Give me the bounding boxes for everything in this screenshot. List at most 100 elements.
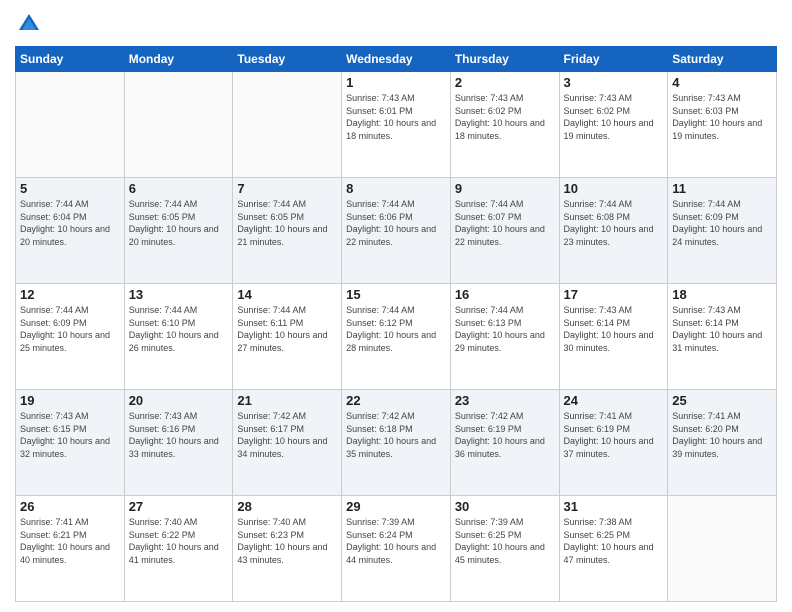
day-info: Sunrise: 7:44 AM Sunset: 6:13 PM Dayligh…: [455, 304, 555, 354]
day-number: 21: [237, 393, 337, 408]
day-info: Sunrise: 7:43 AM Sunset: 6:14 PM Dayligh…: [672, 304, 772, 354]
day-info: Sunrise: 7:44 AM Sunset: 6:05 PM Dayligh…: [237, 198, 337, 248]
day-cell: 1 Sunrise: 7:43 AM Sunset: 6:01 PM Daylig…: [342, 72, 451, 178]
day-info: Sunrise: 7:44 AM Sunset: 6:09 PM Dayligh…: [672, 198, 772, 248]
weekday-header-friday: Friday: [559, 47, 668, 72]
day-number: 1: [346, 75, 446, 90]
day-cell: 26 Sunrise: 7:41 AM Sunset: 6:21 PM Dayli…: [16, 496, 125, 602]
day-info: Sunrise: 7:43 AM Sunset: 6:16 PM Dayligh…: [129, 410, 229, 460]
day-number: 19: [20, 393, 120, 408]
day-number: 28: [237, 499, 337, 514]
day-cell: 2 Sunrise: 7:43 AM Sunset: 6:02 PM Daylig…: [450, 72, 559, 178]
day-cell: 14Sunrise: 7:44 AM Sunset: 6:11 PM Dayli…: [233, 284, 342, 390]
day-cell: 9 Sunrise: 7:44 AM Sunset: 6:07 PM Daylig…: [450, 178, 559, 284]
day-info: Sunrise: 7:40 AM Sunset: 6:22 PM Dayligh…: [129, 516, 229, 566]
day-number: 2: [455, 75, 555, 90]
day-info: Sunrise: 7:43 AM Sunset: 6:02 PM Dayligh…: [455, 92, 555, 142]
day-number: 11: [672, 181, 772, 196]
day-cell: 16 Sunrise: 7:44 AM Sunset: 6:13 PM Dayli…: [450, 284, 559, 390]
day-cell: 4 Sunrise: 7:43 AM Sunset: 6:03 PM Daylig…: [668, 72, 777, 178]
calendar: SundayMondayTuesdayWednesdayThursdayFrid…: [15, 46, 777, 602]
day-cell: 29 Sunrise: 7:39 AM Sunset: 6:24 PM Dayli…: [342, 496, 451, 602]
week-row-5: 26 Sunrise: 7:41 AM Sunset: 6:21 PM Dayli…: [16, 496, 777, 602]
day-info: Sunrise: 7:44 AM Sunset: 6:05 PM Dayligh…: [129, 198, 229, 248]
day-cell: [233, 72, 342, 178]
day-info: Sunrise: 7:40 AM Sunset: 6:23 PM Dayligh…: [237, 516, 337, 566]
day-info: Sunrise: 7:44 AM Sunset: 6:11 PM Dayligh…: [237, 304, 337, 354]
day-info: Sunrise: 7:42 AM Sunset: 6:17 PM Dayligh…: [237, 410, 337, 460]
day-cell: 7 Sunrise: 7:44 AM Sunset: 6:05 PM Daylig…: [233, 178, 342, 284]
day-cell: 17Sunrise: 7:43 AM Sunset: 6:14 PM Dayli…: [559, 284, 668, 390]
day-number: 29: [346, 499, 446, 514]
day-cell: 20 Sunrise: 7:43 AM Sunset: 6:16 PM Dayli…: [124, 390, 233, 496]
day-cell: 10 Sunrise: 7:44 AM Sunset: 6:08 PM Dayli…: [559, 178, 668, 284]
day-number: 24: [564, 393, 664, 408]
day-cell: 25 Sunrise: 7:41 AM Sunset: 6:20 PM Dayli…: [668, 390, 777, 496]
day-cell: 12 Sunrise: 7:44 AM Sunset: 6:09 PM Dayli…: [16, 284, 125, 390]
day-number: 30: [455, 499, 555, 514]
weekday-header-row: SundayMondayTuesdayWednesdayThursdayFrid…: [16, 47, 777, 72]
day-number: 12: [20, 287, 120, 302]
day-number: 17: [564, 287, 664, 302]
day-info: Sunrise: 7:41 AM Sunset: 6:19 PM Dayligh…: [564, 410, 664, 460]
day-number: 16: [455, 287, 555, 302]
day-cell: [16, 72, 125, 178]
day-number: 26: [20, 499, 120, 514]
day-number: 6: [129, 181, 229, 196]
day-cell: 19 Sunrise: 7:43 AM Sunset: 6:15 PM Dayli…: [16, 390, 125, 496]
day-cell: 30 Sunrise: 7:39 AM Sunset: 6:25 PM Dayli…: [450, 496, 559, 602]
day-cell: 28 Sunrise: 7:40 AM Sunset: 6:23 PM Dayli…: [233, 496, 342, 602]
day-number: 7: [237, 181, 337, 196]
day-info: Sunrise: 7:43 AM Sunset: 6:15 PM Dayligh…: [20, 410, 120, 460]
day-number: 27: [129, 499, 229, 514]
logo-icon: [15, 10, 43, 38]
day-cell: 6 Sunrise: 7:44 AM Sunset: 6:05 PM Daylig…: [124, 178, 233, 284]
weekday-header-thursday: Thursday: [450, 47, 559, 72]
day-number: 3: [564, 75, 664, 90]
week-row-2: 5Sunrise: 7:44 AM Sunset: 6:04 PM Daylig…: [16, 178, 777, 284]
day-number: 4: [672, 75, 772, 90]
day-cell: 15 Sunrise: 7:44 AM Sunset: 6:12 PM Dayli…: [342, 284, 451, 390]
day-number: 20: [129, 393, 229, 408]
day-cell: 22Sunrise: 7:42 AM Sunset: 6:18 PM Dayli…: [342, 390, 451, 496]
day-info: Sunrise: 7:44 AM Sunset: 6:08 PM Dayligh…: [564, 198, 664, 248]
day-cell: 31Sunrise: 7:38 AM Sunset: 6:25 PM Dayli…: [559, 496, 668, 602]
weekday-header-monday: Monday: [124, 47, 233, 72]
week-row-3: 12 Sunrise: 7:44 AM Sunset: 6:09 PM Dayli…: [16, 284, 777, 390]
day-info: Sunrise: 7:41 AM Sunset: 6:21 PM Dayligh…: [20, 516, 120, 566]
day-cell: [668, 496, 777, 602]
day-info: Sunrise: 7:44 AM Sunset: 6:06 PM Dayligh…: [346, 198, 446, 248]
header: [15, 10, 777, 38]
day-number: 13: [129, 287, 229, 302]
day-info: Sunrise: 7:39 AM Sunset: 6:25 PM Dayligh…: [455, 516, 555, 566]
day-cell: 3 Sunrise: 7:43 AM Sunset: 6:02 PM Daylig…: [559, 72, 668, 178]
day-cell: 27 Sunrise: 7:40 AM Sunset: 6:22 PM Dayli…: [124, 496, 233, 602]
day-info: Sunrise: 7:44 AM Sunset: 6:09 PM Dayligh…: [20, 304, 120, 354]
day-number: 9: [455, 181, 555, 196]
day-cell: 18Sunrise: 7:43 AM Sunset: 6:14 PM Dayli…: [668, 284, 777, 390]
day-info: Sunrise: 7:42 AM Sunset: 6:19 PM Dayligh…: [455, 410, 555, 460]
day-cell: 8 Sunrise: 7:44 AM Sunset: 6:06 PM Daylig…: [342, 178, 451, 284]
day-number: 25: [672, 393, 772, 408]
day-cell: 24 Sunrise: 7:41 AM Sunset: 6:19 PM Dayli…: [559, 390, 668, 496]
day-number: 22: [346, 393, 446, 408]
day-info: Sunrise: 7:43 AM Sunset: 6:02 PM Dayligh…: [564, 92, 664, 142]
day-number: 5: [20, 181, 120, 196]
day-cell: 21 Sunrise: 7:42 AM Sunset: 6:17 PM Dayli…: [233, 390, 342, 496]
day-info: Sunrise: 7:44 AM Sunset: 6:07 PM Dayligh…: [455, 198, 555, 248]
day-number: 10: [564, 181, 664, 196]
day-cell: 13Sunrise: 7:44 AM Sunset: 6:10 PM Dayli…: [124, 284, 233, 390]
week-row-4: 19 Sunrise: 7:43 AM Sunset: 6:15 PM Dayli…: [16, 390, 777, 496]
weekday-header-sunday: Sunday: [16, 47, 125, 72]
day-number: 15: [346, 287, 446, 302]
day-info: Sunrise: 7:43 AM Sunset: 6:01 PM Dayligh…: [346, 92, 446, 142]
day-cell: 23Sunrise: 7:42 AM Sunset: 6:19 PM Dayli…: [450, 390, 559, 496]
weekday-header-wednesday: Wednesday: [342, 47, 451, 72]
day-info: Sunrise: 7:43 AM Sunset: 6:03 PM Dayligh…: [672, 92, 772, 142]
page: SundayMondayTuesdayWednesdayThursdayFrid…: [0, 0, 792, 612]
day-number: 8: [346, 181, 446, 196]
day-info: Sunrise: 7:44 AM Sunset: 6:12 PM Dayligh…: [346, 304, 446, 354]
day-info: Sunrise: 7:38 AM Sunset: 6:25 PM Dayligh…: [564, 516, 664, 566]
day-info: Sunrise: 7:39 AM Sunset: 6:24 PM Dayligh…: [346, 516, 446, 566]
day-info: Sunrise: 7:41 AM Sunset: 6:20 PM Dayligh…: [672, 410, 772, 460]
